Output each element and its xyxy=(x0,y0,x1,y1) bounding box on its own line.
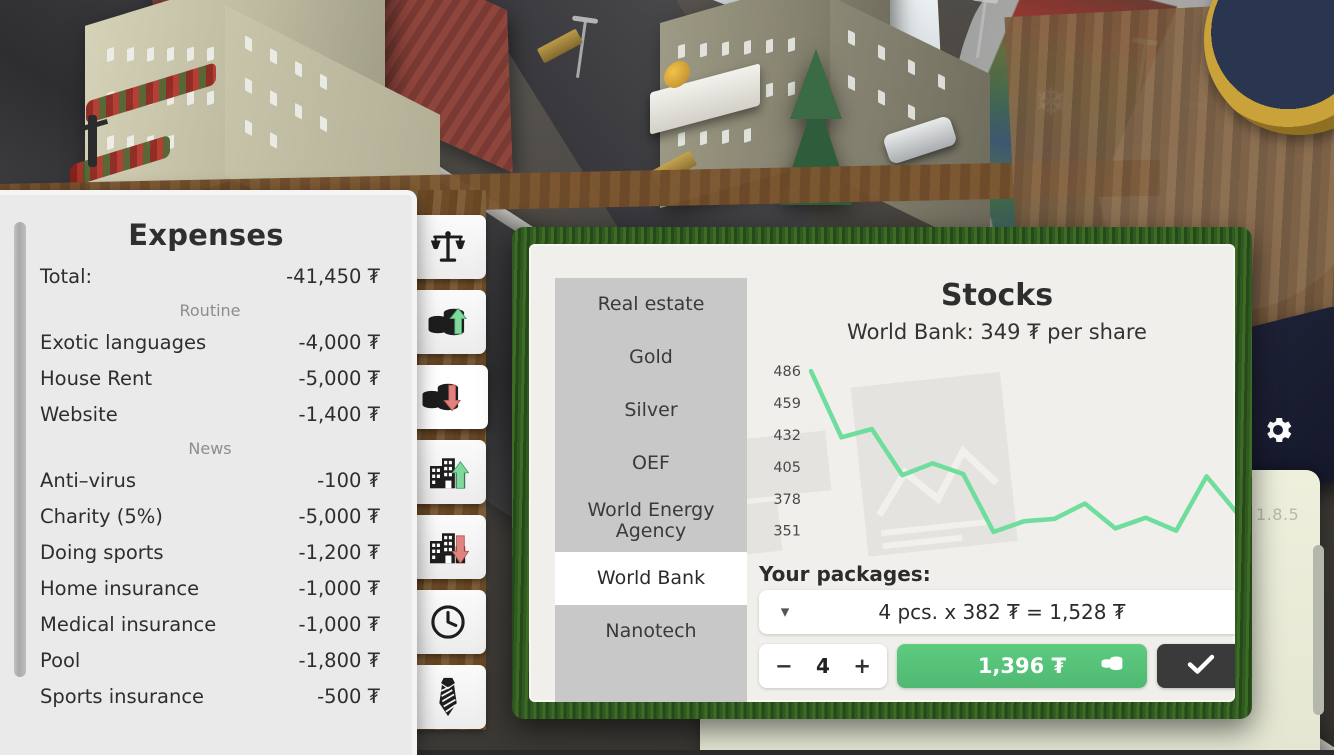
expense-value: -5,000 ₮ xyxy=(299,367,380,390)
sidebar-item-label: Nanotech xyxy=(605,621,696,642)
confirm-button[interactable] xyxy=(1157,644,1235,688)
expenses-list: Total: -41,450 ₮ Routine Exotic language… xyxy=(0,258,412,714)
expense-value: -1,000 ₮ xyxy=(299,577,380,600)
expense-group-header: Routine xyxy=(40,294,380,324)
gear-icon[interactable] xyxy=(1250,405,1306,455)
expense-row[interactable]: Exotic languages -4,000 ₮ xyxy=(40,324,380,360)
sidebar-item-gold[interactable]: Gold xyxy=(555,331,747,384)
chart-y-tick-label: 351 xyxy=(773,524,801,540)
expense-label: House Rent xyxy=(40,367,152,390)
expense-value: -1,000 ₮ xyxy=(299,613,380,636)
expense-row[interactable]: Anti–virus -100 ₮ xyxy=(40,462,380,498)
increment-button[interactable]: + xyxy=(853,654,871,678)
expense-label: Sports insurance xyxy=(40,685,204,708)
expenses-panel: Expenses Total: -41,450 ₮ Routine Exotic… xyxy=(0,190,417,755)
sidebar-item-world-bank[interactable]: World Bank xyxy=(555,552,747,605)
expense-value: -100 ₮ xyxy=(317,469,380,492)
sidebar-item-label: World Energy Agency xyxy=(561,500,741,542)
chart-y-tick-label: 405 xyxy=(773,460,801,476)
stocks-dialog: Real estate Gold Silver OEF World Energy… xyxy=(512,227,1252,719)
coins-up-arrow-icon xyxy=(426,305,470,339)
expense-value: -1,200 ₮ xyxy=(299,541,380,564)
sidebar-item-silver[interactable]: Silver xyxy=(555,384,747,437)
chart-y-tick-label: 378 xyxy=(773,492,801,508)
expense-label: Pool xyxy=(40,649,80,672)
expense-value: -1,800 ₮ xyxy=(299,649,380,672)
expense-value: -4,000 ₮ xyxy=(299,331,380,354)
version-label: 1.8.5 xyxy=(1256,505,1299,524)
expense-row[interactable]: Charity (5%) -5,000 ₮ xyxy=(40,498,380,534)
scene-statue xyxy=(88,115,97,167)
coins-down-arrow-icon xyxy=(420,380,464,414)
expense-label: Home insurance xyxy=(40,577,199,600)
expenses-scrollbar[interactable] xyxy=(14,222,26,677)
checkmark-icon xyxy=(1186,652,1216,680)
stocks-sidebar: Real estate Gold Silver OEF World Energy… xyxy=(555,278,747,702)
necktie-icon xyxy=(435,677,461,717)
expense-value: -5,000 ₮ xyxy=(299,505,380,528)
sidebar-item-real-estate[interactable]: Real estate xyxy=(555,278,747,331)
expense-value: -500 ₮ xyxy=(317,685,380,708)
price-chart: 486 459 432 405 378 351 xyxy=(759,354,1235,549)
chevron-down-icon: ▾ xyxy=(759,602,811,622)
tab-income[interactable] xyxy=(410,290,486,354)
tab-history[interactable] xyxy=(410,590,486,654)
expenses-total-row: Total: -41,450 ₮ xyxy=(40,258,380,294)
decrement-button[interactable]: − xyxy=(775,654,793,678)
expense-label: Exotic languages xyxy=(40,331,206,354)
scene-scrollbar[interactable] xyxy=(1313,545,1324,715)
share-price-subtitle: World Bank: 349 ₮ per share xyxy=(759,320,1235,344)
expense-label: Website xyxy=(40,403,118,426)
expense-row[interactable]: Medical insurance -1,000 ₮ xyxy=(40,606,380,642)
expense-row[interactable]: Pool -1,800 ₮ xyxy=(40,642,380,678)
sidebar-item-nanotech[interactable]: Nanotech xyxy=(555,605,747,658)
page-title: Stocks xyxy=(759,278,1235,313)
expense-value: -1,400 ₮ xyxy=(299,403,380,426)
expense-label: Medical insurance xyxy=(40,613,216,636)
package-select-value: 4 pcs. x 382 ₮ = 1,528 ₮ xyxy=(811,600,1235,624)
expense-row[interactable]: Website -1,400 ₮ xyxy=(40,396,380,432)
building-down-arrow-icon xyxy=(427,529,469,565)
quantity-value: 4 xyxy=(816,654,830,678)
package-select[interactable]: ▾ 4 pcs. x 382 ₮ = 1,528 ₮ xyxy=(759,590,1235,634)
expense-label: Doing sports xyxy=(40,541,164,564)
building-up-arrow-icon xyxy=(427,454,469,490)
your-packages-label: Your packages: xyxy=(759,562,931,586)
expense-row[interactable]: Sports insurance -500 ₮ xyxy=(40,678,380,714)
tab-assets[interactable] xyxy=(410,440,486,504)
buy-price-label: 1,396 ₮ xyxy=(978,654,1066,678)
expense-row[interactable]: Doing sports -1,200 ₮ xyxy=(40,534,380,570)
coins-icon xyxy=(1099,653,1125,679)
total-label: Total: xyxy=(40,265,92,288)
tab-liabilities[interactable] xyxy=(410,515,486,579)
clock-icon xyxy=(429,603,467,641)
sidebar-item-oef[interactable]: OEF xyxy=(555,437,747,490)
expense-row[interactable]: House Rent -5,000 ₮ xyxy=(40,360,380,396)
chart-series-line xyxy=(811,371,1235,532)
sidebar-item-world-energy-agency[interactable]: World Energy Agency xyxy=(555,490,747,552)
expense-group-header: News xyxy=(40,432,380,462)
sidebar-item-label: Silver xyxy=(624,400,677,421)
chart-y-tick-label: 486 xyxy=(773,364,801,380)
sidebar-item-label: OEF xyxy=(632,453,670,474)
expense-label: Charity (5%) xyxy=(40,505,163,528)
sidebar-item-label: Real estate xyxy=(598,294,705,315)
expense-row[interactable]: Home insurance -1,000 ₮ xyxy=(40,570,380,606)
quantity-stepper[interactable]: − 4 + xyxy=(759,644,887,688)
tab-balance[interactable] xyxy=(410,215,486,279)
sidebar-item-label: Gold xyxy=(629,347,673,368)
sidebar-item-label: World Bank xyxy=(597,568,705,589)
expense-label: Anti–virus xyxy=(40,469,136,492)
balance-scales-icon xyxy=(428,229,468,265)
total-value: -41,450 ₮ xyxy=(286,265,380,288)
chart-y-tick-label: 459 xyxy=(773,396,801,412)
tab-career[interactable] xyxy=(410,665,486,729)
chart-y-tick-label: 432 xyxy=(773,428,801,444)
buy-button[interactable]: 1,396 ₮ xyxy=(897,644,1147,688)
page-title: Expenses xyxy=(0,218,412,252)
